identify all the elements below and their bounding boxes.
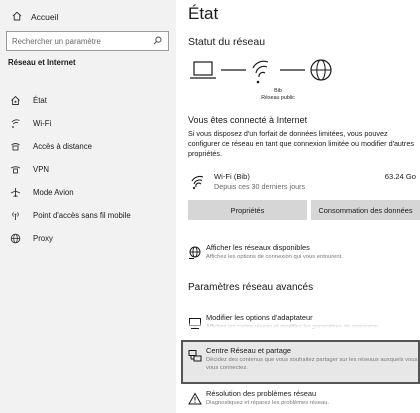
network-sharing-icon [188, 349, 202, 363]
home-label: Accueil [31, 12, 59, 22]
computer-icon [190, 61, 216, 79]
warning-icon [188, 392, 202, 406]
home-link[interactable]: Accueil [12, 8, 58, 26]
wifi-name: Wi-Fi (Bib) [214, 172, 250, 181]
connected-title: Vous êtes connecté à Internet [188, 115, 308, 125]
sidebar-item-etat[interactable]: État [0, 89, 176, 111]
network-type: Réseau public [261, 95, 295, 101]
globe-network-icon [188, 246, 202, 260]
data-usage-button[interactable]: Consommation des données [311, 200, 420, 220]
show-networks-title: Afficher les réseaux disponibles [206, 243, 310, 252]
sidebar-item-label: Wi-Fi [33, 118, 52, 128]
sidebar-item-acces-distance[interactable]: Accès à distance [0, 135, 176, 157]
connected-description: Si vous disposez d'un forfait de données… [188, 129, 414, 158]
troubleshoot-title: Résolution des problèmes réseau [206, 389, 317, 398]
sidebar-item-mode-avion[interactable]: Mode Avion [0, 181, 176, 203]
sidebar-item-label: Point d'accès sans fil mobile [33, 210, 131, 220]
search-placeholder: Rechercher un paramètre [12, 36, 101, 46]
show-networks-description: Affichez les options de connexion qui vo… [206, 254, 343, 260]
wifi-connection-row: Wi-Fi (Bib) Depuis ces 30 derniers jours… [188, 170, 416, 194]
sidebar-section-title: Réseau et Internet [8, 58, 76, 67]
adapter-options-title: Modifier les options d'adaptateur [206, 313, 313, 322]
wifi-signal-icon [190, 174, 206, 195]
network-name: Bib [274, 88, 282, 94]
page-title: État [188, 4, 219, 23]
properties-button[interactable]: Propriétés [188, 200, 307, 220]
sidebar-item-label: État [33, 95, 47, 105]
adapter-options-link[interactable]: Modifier les options d'adaptateur Affich… [188, 313, 418, 343]
troubleshoot-link[interactable]: Résolution des problèmes réseau Diagnost… [188, 389, 418, 413]
globe-icon [9, 232, 21, 244]
airplane-icon [9, 186, 21, 198]
home-status-icon [9, 94, 21, 106]
wifi-icon [9, 117, 21, 129]
dialup-icon [9, 140, 21, 152]
sidebar-item-point-acces[interactable]: Point d'accès sans fil mobile [0, 204, 176, 226]
wifi-period: Depuis ces 30 derniers jours [214, 182, 306, 191]
show-networks-link[interactable]: Afficher les réseaux disponibles Affiche… [188, 243, 418, 273]
wifi-network-icon [252, 60, 269, 84]
sharing-center-title: Centre Réseau et partage [206, 346, 292, 355]
search-icon[interactable] [153, 32, 168, 50]
sidebar-item-label: VPN [33, 164, 50, 174]
search-input[interactable]: Rechercher un paramètre [6, 31, 169, 51]
sidebar-item-vpn[interactable]: VPN [0, 158, 176, 180]
advanced-settings-title: Paramètres réseau avancés [188, 282, 314, 293]
wifi-data-usage: 63.24 Go [384, 172, 416, 181]
hotspot-icon [9, 209, 21, 221]
sidebar: Accueil Rechercher un paramètre Réseau e… [0, 0, 176, 413]
sidebar-item-wifi[interactable]: Wi-Fi [0, 112, 176, 134]
fade-overlay [176, 322, 420, 328]
sidebar-item-label: Proxy [33, 233, 53, 243]
sharing-center-description: Décidez des contenus que vous souhaitez … [206, 357, 418, 371]
sidebar-item-proxy[interactable]: Proxy [0, 227, 176, 249]
main-content: État Statut du réseau Bib Réseau public … [176, 0, 420, 413]
network-label: Bib Réseau public [248, 88, 308, 102]
internet-globe-icon [310, 59, 332, 81]
sharing-center-link[interactable]: Centre Réseau et partage Décidez des con… [188, 346, 418, 376]
network-status-title: Statut du réseau [188, 36, 266, 48]
home-icon [12, 11, 31, 23]
sidebar-item-label: Mode Avion [33, 187, 74, 197]
vpn-icon [9, 163, 21, 175]
sidebar-item-label: Accès à distance [33, 141, 92, 151]
troubleshoot-description: Diagnostiquez et réparez les problèmes r… [206, 400, 330, 406]
network-diagram [188, 58, 358, 110]
